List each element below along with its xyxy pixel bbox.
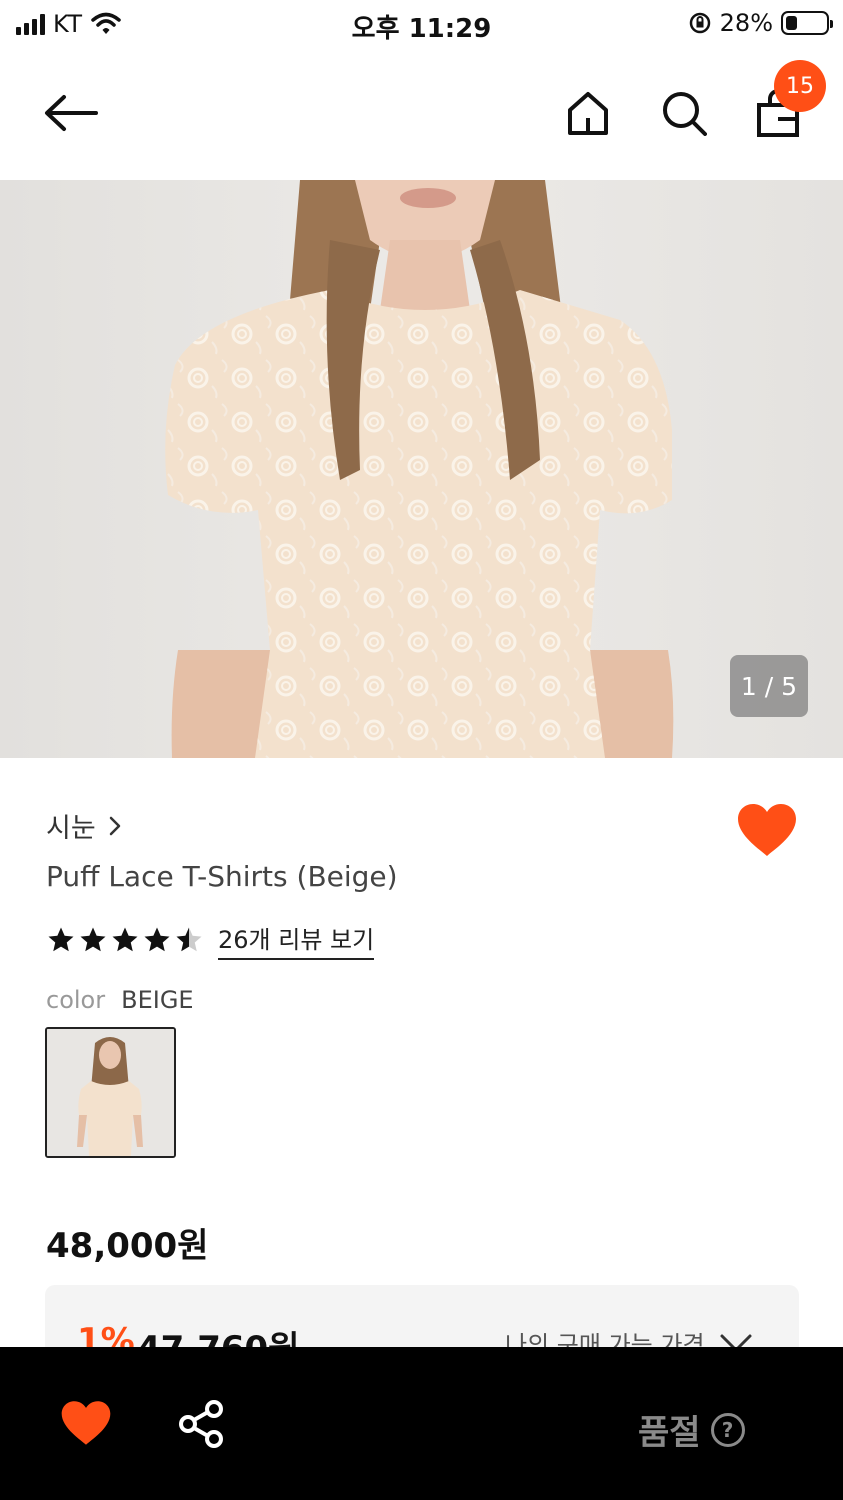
star-icon (144, 927, 170, 952)
share-icon (179, 1400, 223, 1448)
color-swatch-beige[interactable] (45, 1027, 176, 1158)
star-icon (48, 927, 74, 952)
product-image[interactable]: 1 / 5 (0, 180, 843, 758)
rotation-lock-icon (689, 12, 710, 34)
status-bar: KT 오후 11:29 28% (0, 0, 843, 48)
cart-count-badge: 15 (774, 60, 826, 112)
swatch-thumbnail (47, 1029, 174, 1156)
review-link[interactable]: 26개 리뷰 보기 (218, 920, 375, 960)
home-icon (568, 92, 608, 135)
chevron-right-icon (109, 816, 120, 835)
star-icon (80, 927, 106, 952)
search-icon (663, 92, 707, 136)
color-row: color BEIGE (46, 986, 194, 1014)
half-star-icon (176, 927, 202, 952)
soldout-status: 품절 ? (638, 1405, 745, 1454)
bottom-favorite-button[interactable] (60, 1399, 112, 1449)
brand-link[interactable]: 시눈 (46, 806, 122, 845)
favorite-button[interactable] (736, 802, 798, 860)
star-icon (112, 927, 138, 952)
color-label: color (46, 986, 106, 1014)
heart-icon (738, 804, 796, 856)
bottom-bar: 품절 ? (0, 1347, 843, 1500)
product-name: Puff Lace T-Shirts (Beige) (46, 860, 398, 893)
soldout-label: 품절 (638, 1413, 701, 1453)
home-button[interactable] (558, 88, 618, 138)
battery-percent: 28% (719, 9, 773, 37)
brand-name: 시눈 (46, 813, 96, 844)
product-photo (0, 180, 843, 758)
help-icon[interactable]: ? (710, 1412, 745, 1447)
image-counter: 1 / 5 (730, 655, 808, 717)
star-rating (46, 925, 204, 955)
search-button[interactable] (654, 88, 714, 138)
heart-icon (61, 1401, 111, 1445)
top-nav: 15 (0, 48, 843, 180)
share-button[interactable] (178, 1399, 226, 1449)
battery-fill (786, 16, 797, 30)
status-right: 28% (688, 9, 833, 37)
price: 48,000원 (46, 1226, 209, 1266)
back-button[interactable] (40, 88, 100, 138)
back-arrow-icon (45, 95, 98, 131)
battery-icon (781, 11, 833, 35)
rating-row: 26개 리뷰 보기 (46, 920, 375, 960)
color-value: BEIGE (121, 986, 194, 1014)
